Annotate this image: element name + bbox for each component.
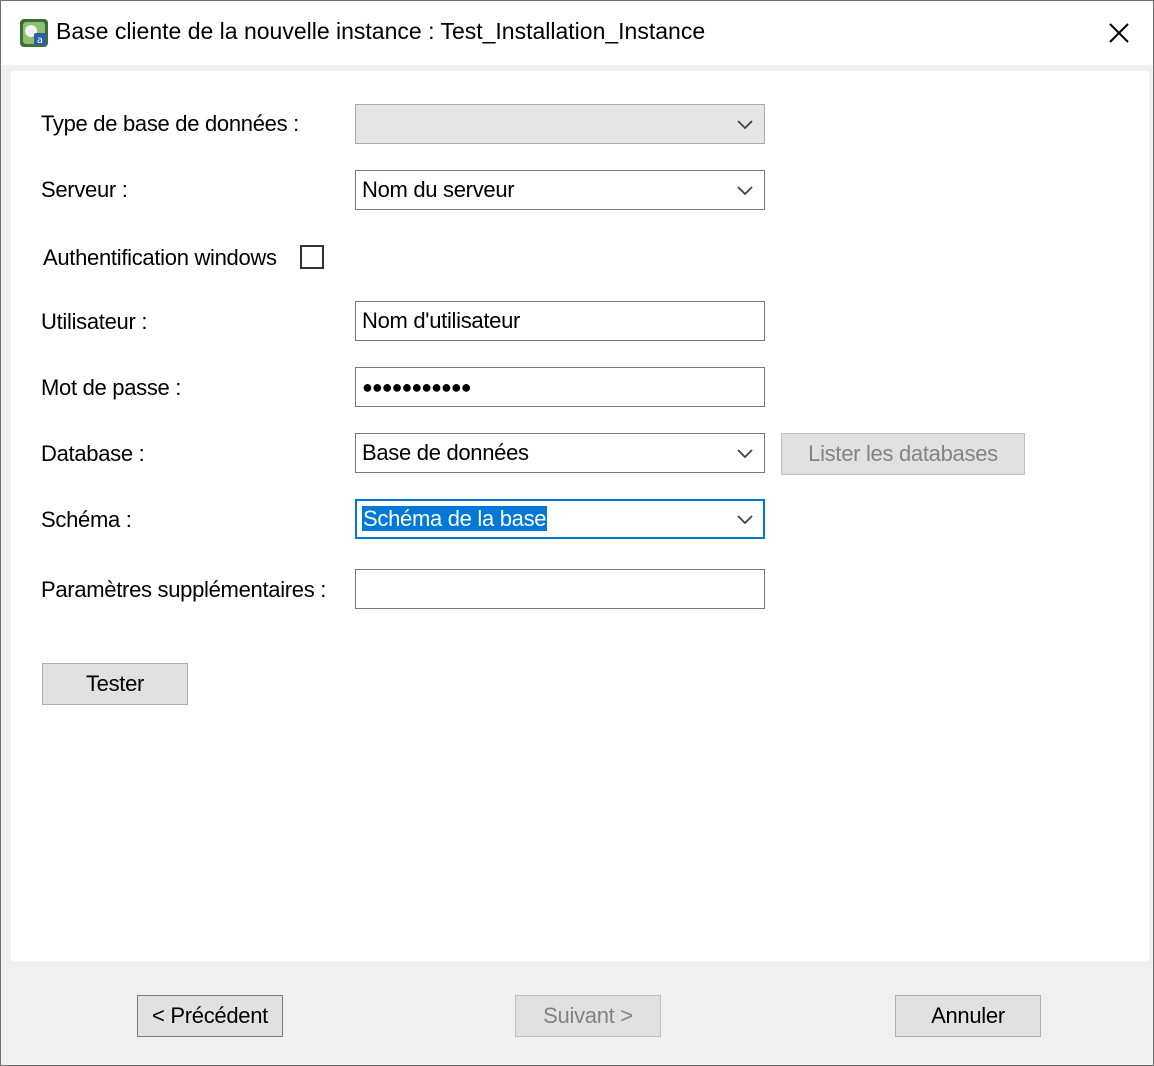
password-field[interactable]: ●●●●●●●●●●● xyxy=(355,367,765,407)
dialog-window: a Base cliente de la nouvelle instance :… xyxy=(0,0,1154,1066)
database-label: Database : xyxy=(41,441,145,466)
close-button[interactable] xyxy=(1085,1,1153,65)
close-icon xyxy=(1109,23,1129,43)
extra-params-label: Paramètres supplémentaires : xyxy=(41,577,327,602)
windows-auth-checkbox[interactable] xyxy=(300,245,324,269)
password-label: Mot de passe : xyxy=(41,375,182,400)
chevron-down-icon xyxy=(737,186,753,196)
windows-auth-label: Authentification windows xyxy=(43,245,277,270)
chevron-down-icon xyxy=(737,120,753,130)
chevron-down-icon xyxy=(737,515,753,525)
schema-value: Schéma de la base xyxy=(362,506,548,531)
user-field[interactable]: Nom d'utilisateur xyxy=(355,301,765,341)
schema-select[interactable]: Schéma de la base xyxy=(355,499,765,539)
user-value: Nom d'utilisateur xyxy=(362,308,521,333)
database-value: Base de données xyxy=(362,440,529,465)
database-select[interactable]: Base de données xyxy=(355,433,765,473)
window-title: Base cliente de la nouvelle instance : T… xyxy=(56,18,706,44)
test-button[interactable]: Tester xyxy=(42,663,188,705)
user-label: Utilisateur : xyxy=(41,309,148,334)
chevron-down-icon xyxy=(737,449,753,459)
db-type-label: Type de base de données : xyxy=(41,111,299,136)
cancel-button[interactable]: Annuler xyxy=(895,995,1041,1037)
next-button[interactable]: Suivant > xyxy=(515,995,661,1037)
schema-label: Schéma : xyxy=(41,507,132,532)
previous-button[interactable]: < Précédent xyxy=(137,995,283,1037)
password-value: ●●●●●●●●●●● xyxy=(362,377,472,397)
svg-text:a: a xyxy=(37,35,43,46)
db-type-select[interactable] xyxy=(355,104,765,144)
title-bar: a Base cliente de la nouvelle instance :… xyxy=(1,1,1153,65)
extra-params-field[interactable] xyxy=(355,569,765,609)
server-select[interactable]: Nom du serveur xyxy=(355,170,765,210)
list-databases-button[interactable]: Lister les databases xyxy=(781,433,1025,475)
app-icon: a xyxy=(20,19,48,47)
server-label: Serveur : xyxy=(41,177,128,202)
server-value: Nom du serveur xyxy=(362,177,515,202)
